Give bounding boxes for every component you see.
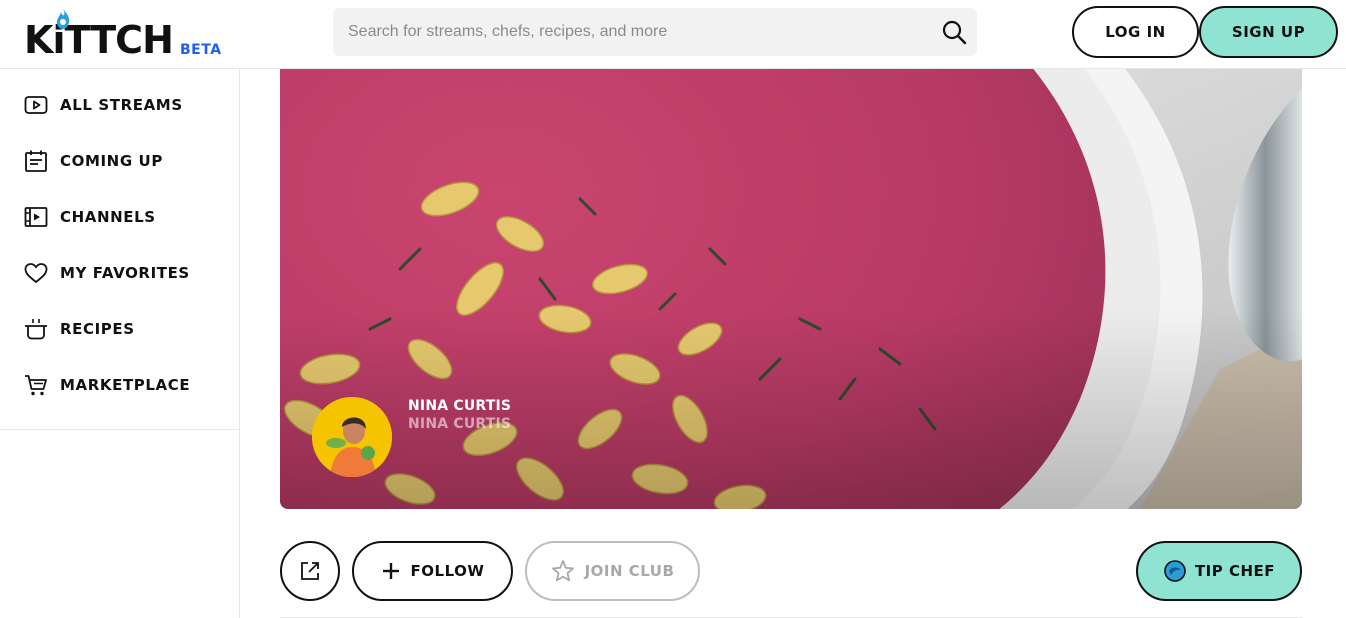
kittch-logo[interactable]: KiTTCH BETA (24, 8, 224, 60)
sidebar-item-label: ALL STREAMS (60, 96, 183, 114)
sidebar-item-channels[interactable]: CHANNELS (24, 203, 156, 231)
star-icon (551, 560, 574, 582)
flame-icon (57, 8, 70, 29)
sidebar-item-marketplace[interactable]: MARKETPLACE (24, 371, 190, 399)
logo-wordmark: KiTTCH (24, 18, 174, 62)
sidebar-item-label: RECIPES (60, 320, 135, 338)
join-club-button[interactable]: JOIN CLUB (525, 541, 700, 601)
sidebar-item-recipes[interactable]: RECIPES (24, 315, 135, 343)
play-icon (24, 96, 48, 114)
calendar-icon (25, 150, 47, 172)
follow-label: FOLLOW (410, 562, 485, 580)
share-button[interactable] (280, 541, 340, 601)
login-button[interactable]: LOG IN (1072, 6, 1199, 58)
search-icon[interactable] (941, 19, 967, 45)
sidebar: ALL STREAMS COMING UP CHANNELS MY FAVORI… (0, 69, 240, 618)
signup-button[interactable]: SIGN UP (1199, 6, 1338, 58)
plus-icon (382, 563, 399, 579)
chef-avatar[interactable] (312, 397, 392, 477)
heart-icon (24, 263, 48, 283)
sidebar-item-label: CHANNELS (60, 208, 156, 226)
chef-name: NINA CURTIS (408, 398, 512, 414)
top-header: KiTTCH BETA LOG IN SIGN UP (0, 0, 1346, 69)
sidebar-item-coming-up[interactable]: COMING UP (24, 147, 163, 175)
sidebar-item-label: COMING UP (60, 152, 163, 170)
channel-actions: FOLLOW JOIN CLUB TIP CHEF (280, 541, 1302, 601)
tip-coin-icon (1164, 560, 1186, 582)
share-icon (301, 562, 319, 580)
sidebar-item-my-favorites[interactable]: MY FAVORITES (24, 259, 190, 287)
channel-icon (24, 207, 48, 227)
join-club-label: JOIN CLUB (584, 562, 675, 580)
beta-badge: BETA (180, 42, 222, 58)
sidebar-nav: ALL STREAMS COMING UP CHANNELS MY FAVORI… (0, 69, 239, 430)
pot-icon (25, 319, 47, 340)
tip-chef-label: TIP CHEF (1194, 562, 1276, 580)
search-input[interactable] (348, 8, 928, 56)
cart-icon (25, 375, 47, 396)
sidebar-item-label: MY FAVORITES (60, 264, 190, 282)
sidebar-item-all-streams[interactable]: ALL STREAMS (24, 91, 183, 119)
search-bar (333, 8, 977, 56)
channel-banner: NINA CURTIS NINA CURTIS (280, 69, 1302, 509)
chef-portrait (312, 397, 392, 477)
follow-button[interactable]: FOLLOW (352, 541, 513, 601)
tip-chef-button[interactable]: TIP CHEF (1136, 541, 1302, 601)
sidebar-item-label: MARKETPLACE (60, 376, 191, 394)
chef-handle: NINA CURTIS (408, 416, 512, 432)
